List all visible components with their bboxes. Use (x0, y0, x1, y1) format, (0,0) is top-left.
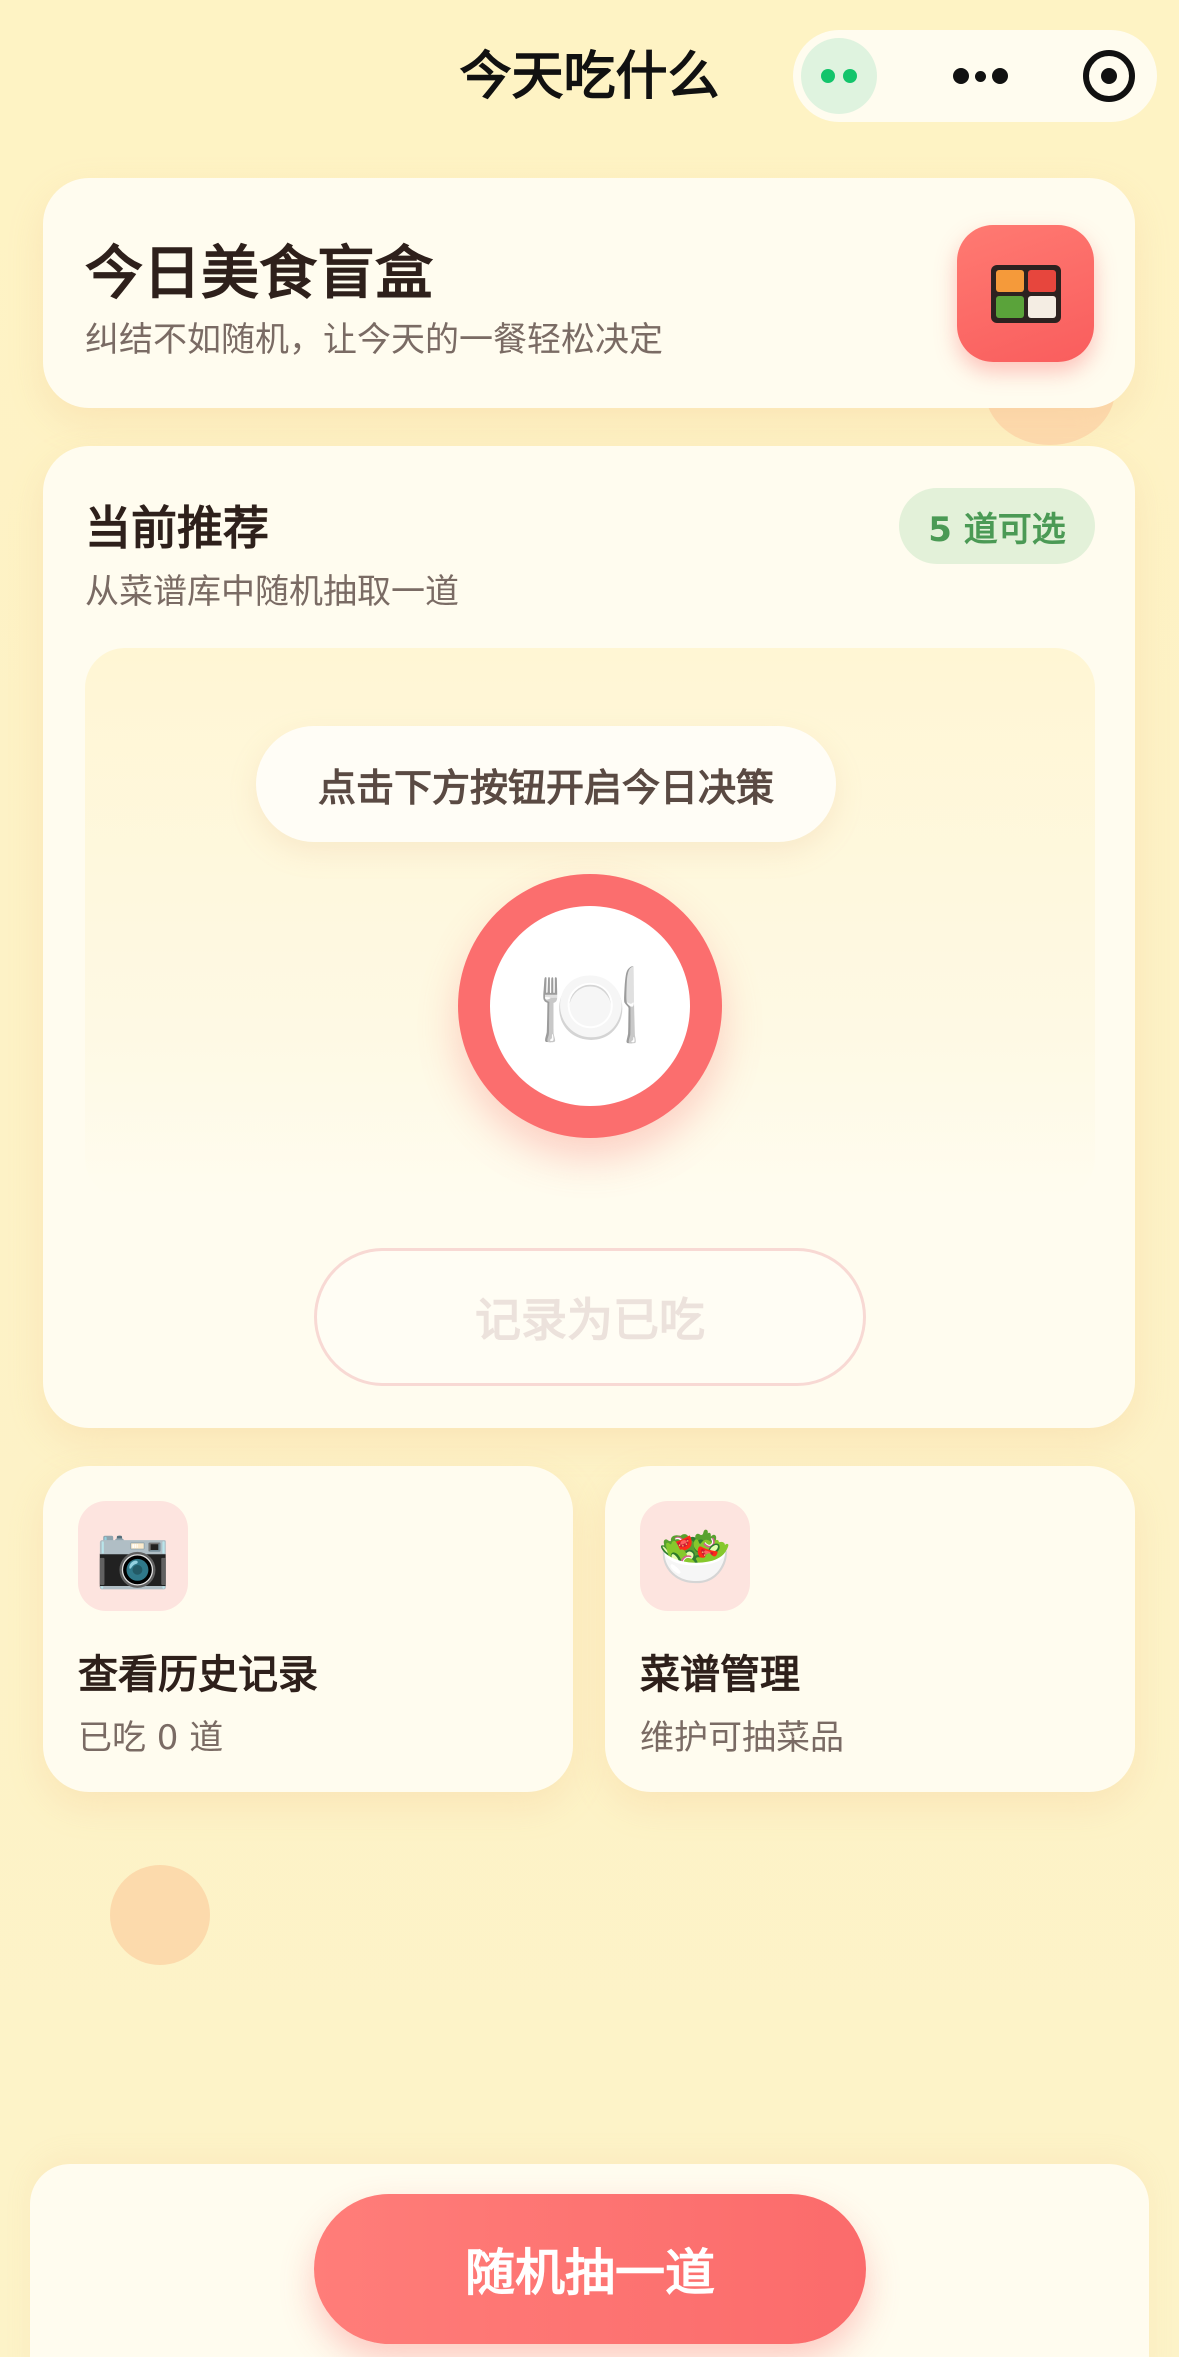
bottom-action-bar: 随机抽一道 (30, 2164, 1149, 2357)
plate-cutlery-icon: 🍽️ (490, 906, 690, 1106)
mini-program-capsule (793, 30, 1157, 122)
more-icon[interactable] (952, 68, 1008, 84)
salad-icon: 🥗 (640, 1501, 750, 1611)
camera-icon: 📷 (78, 1501, 188, 1611)
recommendation-card: 当前推荐 从菜谱库中随机抽取一道 5 道可选 点击下方按钮开启今日决策 🍽️ 记… (43, 446, 1135, 1428)
hero-subtitle: 纠结不如随机，让今天的一餐轻松决定 (85, 320, 663, 360)
menu-management-card[interactable]: 🥗 菜谱管理 维护可抽菜品 (605, 1466, 1135, 1792)
bento-box-icon (957, 225, 1094, 362)
hint-bubble: 点击下方按钮开启今日决策 (256, 726, 836, 842)
history-subtitle: 已吃 0 道 (78, 1718, 224, 1758)
hero-title: 今日美食盲盒 (85, 239, 434, 307)
online-dots-icon[interactable] (801, 38, 877, 114)
history-title: 查看历史记录 (78, 1652, 318, 1698)
recommendation-title: 当前推荐 (85, 501, 269, 555)
menu-title: 菜谱管理 (640, 1652, 800, 1698)
menu-subtitle: 维护可抽菜品 (640, 1718, 844, 1758)
target-close-icon[interactable] (1083, 50, 1135, 102)
recommendation-subtitle: 从菜谱库中随机抽取一道 (85, 572, 459, 612)
decorative-blob (110, 1865, 210, 1965)
random-draw-button[interactable]: 随机抽一道 (314, 2194, 866, 2344)
hero-card: 今日美食盲盒 纠结不如随机，让今天的一餐轻松决定 (43, 178, 1135, 408)
plate-display: 🍽️ (458, 874, 722, 1138)
available-count-badge: 5 道可选 (899, 488, 1095, 564)
history-card[interactable]: 📷 查看历史记录 已吃 0 道 (43, 1466, 573, 1792)
mark-eaten-button[interactable]: 记录为已吃 (314, 1248, 866, 1386)
